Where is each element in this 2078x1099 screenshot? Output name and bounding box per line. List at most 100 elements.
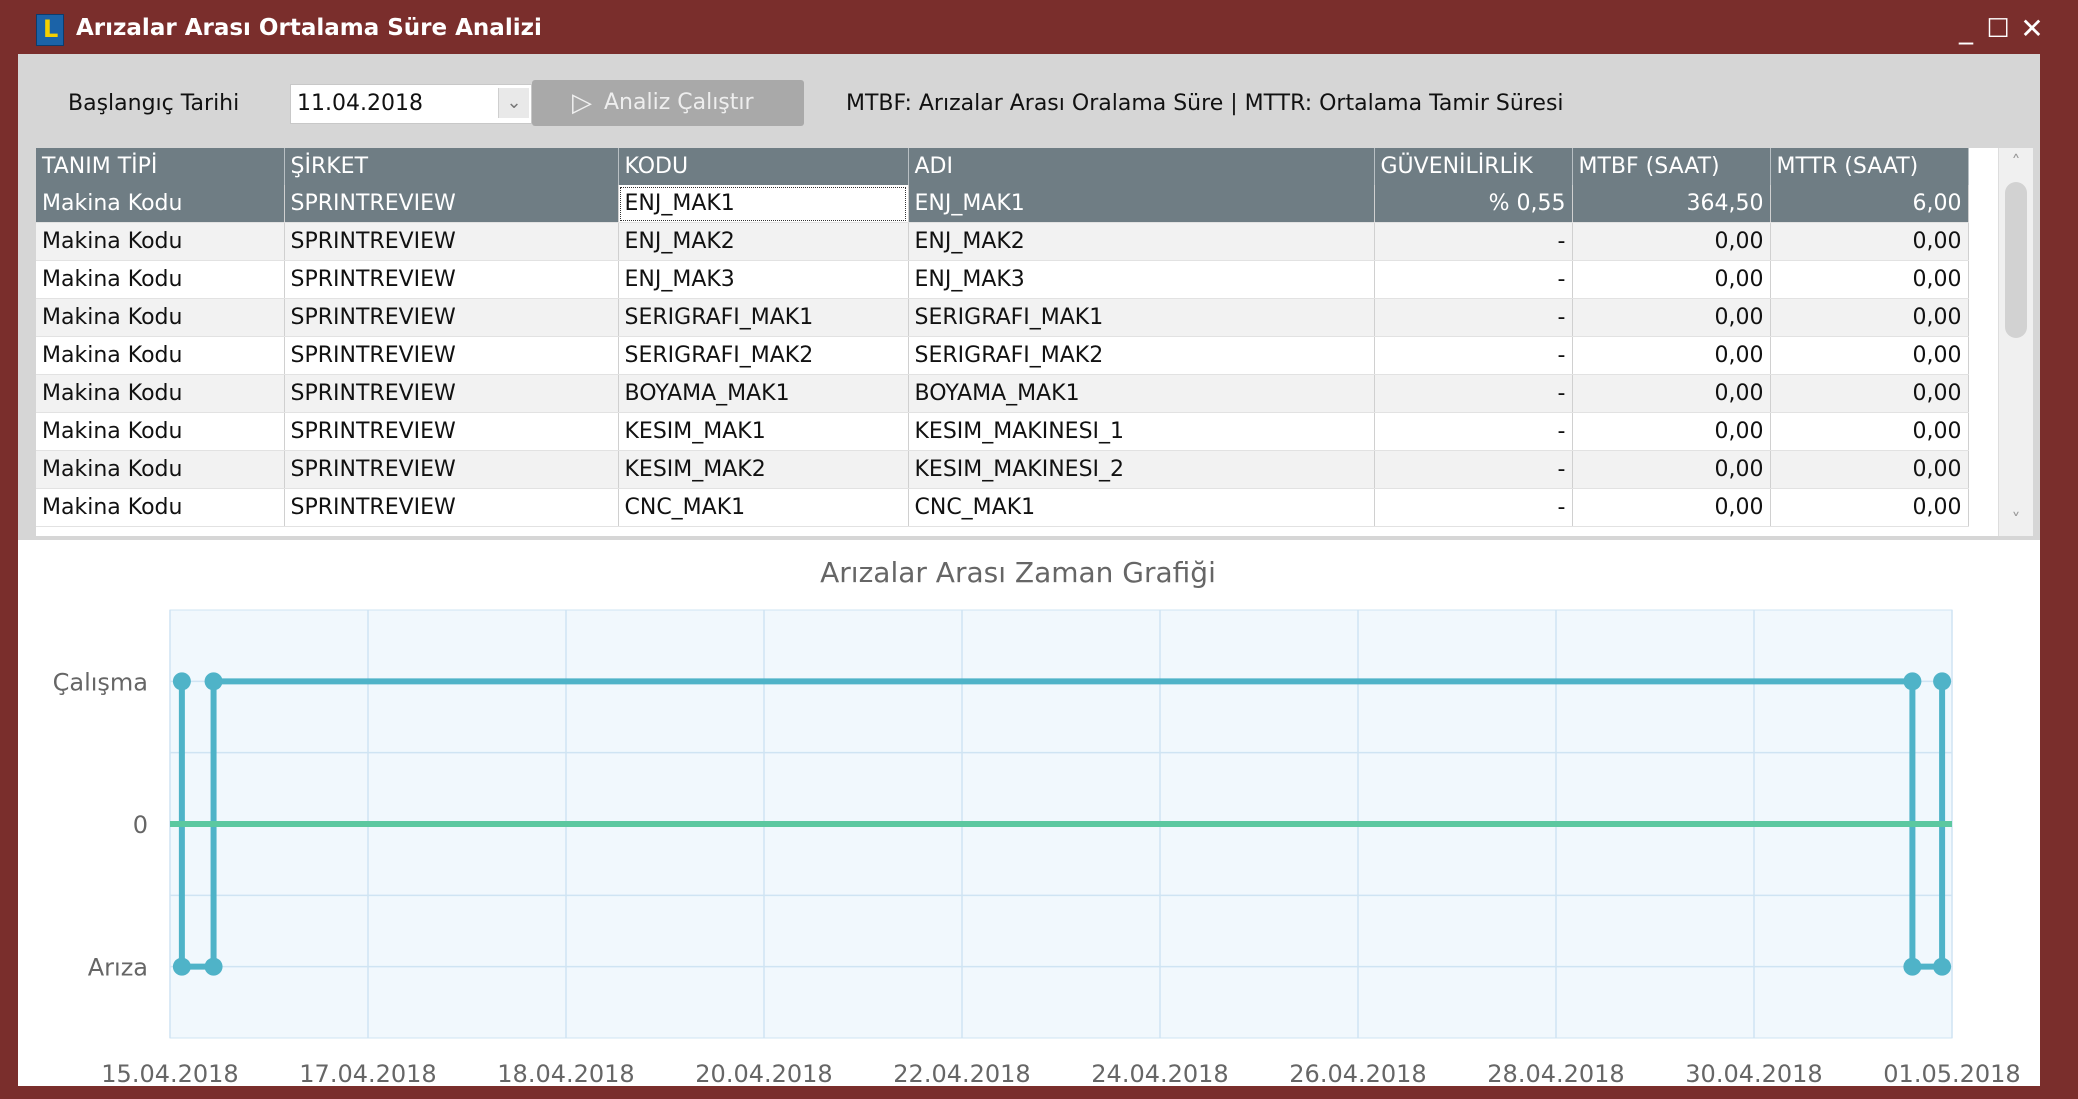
- table-cell[interactable]: Makina Kodu: [36, 222, 285, 261]
- table-cell[interactable]: 0,00: [1572, 222, 1771, 261]
- table-cell[interactable]: ENJ_MAK3: [908, 260, 1375, 299]
- table-row[interactable]: Makina Kodu SPRINTREVIEW ENJ_MAK3 ENJ_MA…: [36, 260, 1969, 299]
- table-cell[interactable]: Makina Kodu: [36, 488, 285, 527]
- table-cell[interactable]: 0,00: [1770, 450, 1969, 489]
- table-cell[interactable]: KESIM_MAK1: [618, 412, 909, 451]
- col-header-sirket[interactable]: ŞİRKET: [284, 148, 619, 185]
- table-cell[interactable]: SERIGRAFI_MAK1: [618, 298, 909, 337]
- table-cell[interactable]: SPRINTREVIEW: [284, 374, 619, 413]
- table-cell[interactable]: SPRINTREVIEW: [284, 450, 619, 489]
- table-cell[interactable]: Makina Kodu: [36, 298, 285, 337]
- table-cell[interactable]: SERIGRAFI_MAK1: [908, 298, 1375, 337]
- table-cell[interactable]: ENJ_MAK1: [618, 185, 909, 223]
- table-cell[interactable]: -: [1374, 336, 1573, 375]
- table-cell[interactable]: KESIM_MAK2: [618, 450, 909, 489]
- table-cell[interactable]: Makina Kodu: [36, 336, 285, 375]
- window-title: Arızalar Arası Ortalama Süre Analizi: [76, 15, 542, 41]
- table-cell[interactable]: 0,00: [1572, 412, 1771, 451]
- table-row[interactable]: Makina Kodu SPRINTREVIEW SERIGRAFI_MAK2 …: [36, 336, 1969, 375]
- data-point: [1933, 957, 1952, 976]
- table-cell[interactable]: 0,00: [1770, 222, 1969, 261]
- table-row[interactable]: Makina Kodu SPRINTREVIEW KESIM_MAK1 KESI…: [36, 412, 1969, 451]
- maximize-icon[interactable]: ☐: [1982, 12, 2014, 46]
- table-row[interactable]: Makina Kodu SPRINTREVIEW SERIGRAFI_MAK1 …: [36, 298, 1969, 337]
- table-cell[interactable]: SERIGRAFI_MAK2: [908, 336, 1375, 375]
- machine-grid[interactable]: TANIM TİPİ ŞİRKET KODU ADI GÜVENİLİRLİK …: [36, 148, 2014, 536]
- table-cell[interactable]: SPRINTREVIEW: [284, 336, 619, 375]
- table-cell[interactable]: ENJ_MAK1: [908, 185, 1375, 223]
- table-row[interactable]: Makina Kodu SPRINTREVIEW ENJ_MAK1 ENJ_MA…: [36, 185, 1969, 223]
- table-cell[interactable]: 364,50: [1572, 185, 1771, 223]
- data-point: [204, 672, 223, 691]
- table-cell[interactable]: ENJ_MAK2: [618, 222, 909, 261]
- start-date-label: Başlangıç Tarihi: [68, 91, 240, 116]
- table-cell[interactable]: 0,00: [1572, 488, 1771, 527]
- table-cell[interactable]: SPRINTREVIEW: [284, 260, 619, 299]
- col-header-tanim-tipi[interactable]: TANIM TİPİ: [36, 148, 285, 185]
- table-row[interactable]: Makina Kodu SPRINTREVIEW BOYAMA_MAK1 BOY…: [36, 374, 1969, 413]
- table-cell[interactable]: SERIGRAFI_MAK2: [618, 336, 909, 375]
- table-cell[interactable]: SPRINTREVIEW: [284, 298, 619, 337]
- table-cell[interactable]: % 0,55: [1374, 185, 1573, 223]
- table-row[interactable]: Makina Kodu SPRINTREVIEW CNC_MAK1 CNC_MA…: [36, 488, 1969, 527]
- table-cell[interactable]: 0,00: [1572, 450, 1771, 489]
- table-cell[interactable]: 0,00: [1770, 298, 1969, 337]
- table-cell[interactable]: -: [1374, 222, 1573, 261]
- col-header-kodu[interactable]: KODU: [618, 148, 909, 185]
- run-analysis-button[interactable]: ▷ Analiz Çalıştır: [532, 80, 804, 126]
- start-date-field[interactable]: 11.04.2018 ⌄: [290, 84, 532, 124]
- table-cell[interactable]: -: [1374, 374, 1573, 413]
- col-header-guvenilirlik[interactable]: GÜVENİLİRLİK: [1374, 148, 1573, 185]
- scrollbar-thumb[interactable]: [2005, 182, 2027, 338]
- table-cell[interactable]: Makina Kodu: [36, 374, 285, 413]
- chevron-down-icon[interactable]: ⌄: [498, 88, 529, 118]
- table-cell[interactable]: -: [1374, 298, 1573, 337]
- table-cell[interactable]: 0,00: [1770, 260, 1969, 299]
- table-cell[interactable]: 0,00: [1770, 374, 1969, 413]
- table-cell[interactable]: ENJ_MAK3: [618, 260, 909, 299]
- table-cell[interactable]: SPRINTREVIEW: [284, 412, 619, 451]
- x-tick-label: 17.04.2018: [299, 1060, 436, 1086]
- table-cell[interactable]: CNC_MAK1: [908, 488, 1375, 527]
- table-cell[interactable]: Makina Kodu: [36, 260, 285, 299]
- table-row[interactable]: Makina Kodu SPRINTREVIEW KESIM_MAK2 KESI…: [36, 450, 1969, 489]
- table-cell[interactable]: -: [1374, 412, 1573, 451]
- table-cell[interactable]: CNC_MAK1: [618, 488, 909, 527]
- col-header-mtbf[interactable]: MTBF (SAAT): [1572, 148, 1771, 185]
- table-cell[interactable]: Makina Kodu: [36, 412, 285, 451]
- scroll-down-icon[interactable]: ˅: [1999, 506, 2033, 536]
- start-date-value[interactable]: 11.04.2018: [297, 91, 423, 116]
- x-tick-label: 28.04.2018: [1487, 1060, 1624, 1086]
- scroll-up-icon[interactable]: ˄: [1999, 148, 2033, 178]
- table-cell[interactable]: SPRINTREVIEW: [284, 222, 619, 261]
- table-cell[interactable]: Makina Kodu: [36, 185, 285, 223]
- table-cell[interactable]: 0,00: [1572, 374, 1771, 413]
- table-cell[interactable]: 0,00: [1770, 412, 1969, 451]
- table-cell[interactable]: -: [1374, 260, 1573, 299]
- title-bar[interactable]: L Arızalar Arası Ortalama Süre Analizi _…: [18, 8, 2058, 52]
- close-icon[interactable]: ✕: [2016, 12, 2048, 46]
- table-row[interactable]: Makina Kodu SPRINTREVIEW ENJ_MAK2 ENJ_MA…: [36, 222, 1969, 261]
- table-scrollbar[interactable]: ˄ ˅: [1998, 148, 2033, 536]
- col-header-mttr[interactable]: MTTR (SAAT): [1770, 148, 1969, 185]
- table-cell[interactable]: 0,00: [1770, 336, 1969, 375]
- table-cell[interactable]: SPRINTREVIEW: [284, 185, 619, 223]
- table-cell[interactable]: 0,00: [1572, 260, 1771, 299]
- table-cell[interactable]: 0,00: [1572, 298, 1771, 337]
- table-cell[interactable]: BOYAMA_MAK1: [908, 374, 1375, 413]
- data-point: [172, 672, 191, 691]
- table-cell[interactable]: -: [1374, 488, 1573, 527]
- table-cell[interactable]: 0,00: [1770, 488, 1969, 527]
- col-header-adi[interactable]: ADI: [908, 148, 1375, 185]
- table-cell[interactable]: SPRINTREVIEW: [284, 488, 619, 527]
- table-cell[interactable]: KESIM_MAKINESI_2: [908, 450, 1375, 489]
- table-cell[interactable]: 0,00: [1572, 336, 1771, 375]
- data-point: [1903, 957, 1922, 976]
- table-cell[interactable]: -: [1374, 450, 1573, 489]
- table-cell[interactable]: KESIM_MAKINESI_1: [908, 412, 1375, 451]
- minimize-icon[interactable]: _: [1950, 12, 1982, 46]
- table-cell[interactable]: Makina Kodu: [36, 450, 285, 489]
- table-cell[interactable]: 6,00: [1770, 185, 1969, 223]
- table-cell[interactable]: ENJ_MAK2: [908, 222, 1375, 261]
- table-cell[interactable]: BOYAMA_MAK1: [618, 374, 909, 413]
